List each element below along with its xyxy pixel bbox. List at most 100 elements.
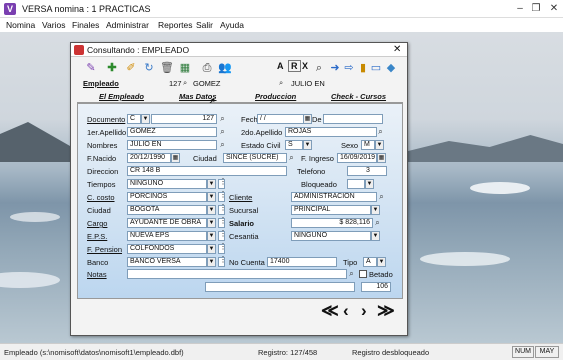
fnacido-calendar-icon[interactable]: ▦ <box>171 153 180 163</box>
eps-label[interactable]: E.P.S. <box>87 232 107 241</box>
print-icon[interactable]: ⎙ <box>199 60 215 76</box>
eps-field[interactable]: NUEVA EPS <box>127 231 207 241</box>
mode-r-button[interactable]: R <box>288 60 301 72</box>
cliente-field[interactable]: ADMINISTRACION <box>291 192 377 202</box>
ccosto-dropdown[interactable]: ▼ <box>207 192 216 202</box>
menu-salir[interactable]: Salir <box>196 20 213 30</box>
first-record-button[interactable]: ≪ <box>321 301 339 321</box>
tiempos-field[interactable]: NINGUNO <box>127 179 207 189</box>
mode-a-button[interactable]: A <box>277 61 284 71</box>
ciudad-field[interactable]: SINCE (SUCRE) <box>223 153 287 163</box>
sexo-field[interactable]: M <box>361 140 375 150</box>
fpension-dropdown[interactable]: ▼ <box>207 244 216 254</box>
cargo-label[interactable]: Cargo <box>87 219 107 228</box>
ccosto-label[interactable]: C. costo <box>87 193 115 202</box>
prev-record-button[interactable]: ‹ <box>343 301 349 321</box>
apellido1-search-icon[interactable]: ⌕ <box>218 127 227 137</box>
menu-reportes[interactable]: Reportes <box>158 20 193 30</box>
fpension-label[interactable]: F. Pension <box>87 245 122 254</box>
fecha-field[interactable]: / / <box>257 114 307 124</box>
tools-icon[interactable]: ✎ <box>83 60 99 76</box>
eps-dropdown[interactable]: ▼ <box>207 231 216 241</box>
salario-search-icon[interactable]: ⌕ <box>373 218 382 228</box>
spreadsheet-icon[interactable]: ▦ <box>177 60 193 76</box>
ccosto-more-button[interactable]: ⋮ <box>218 191 227 202</box>
apellido2-search-icon[interactable]: ⌕ <box>376 127 385 137</box>
estado-civil-dropdown[interactable]: ▼ <box>303 140 312 150</box>
refresh-icon[interactable]: ↻ <box>141 60 157 76</box>
estado-civil-field[interactable]: S <box>285 140 303 150</box>
find-icon[interactable]: ⌕ <box>311 60 327 76</box>
bloqueado-dropdown[interactable]: ▼ <box>365 179 374 189</box>
cargo-more-button[interactable]: ⋮ <box>218 217 227 228</box>
banco-more-button[interactable]: ⋮ <box>218 256 227 267</box>
ciudad2-field[interactable]: BOGOTA <box>127 205 207 215</box>
menu-administrar[interactable]: Administrar <box>106 20 149 30</box>
users-icon[interactable]: 👥 <box>217 60 233 76</box>
record-search2-icon[interactable]: ⌕ <box>279 78 283 88</box>
menu-nomina[interactable]: Nomina <box>6 20 35 30</box>
sucursal-dropdown[interactable]: ▼ <box>371 205 380 215</box>
restore-button[interactable]: ❐ <box>527 2 545 16</box>
cliente-search-icon[interactable]: ⌕ <box>377 192 386 202</box>
apellido1-field[interactable]: GOMEZ <box>127 127 217 137</box>
bloqueado-field[interactable] <box>347 179 365 189</box>
banco-dropdown[interactable]: ▼ <box>207 257 216 267</box>
tipo-dropdown[interactable]: ▼ <box>377 257 386 267</box>
nombres-search-icon[interactable]: ⌕ <box>218 140 227 150</box>
record-search-icon[interactable]: ⌕ <box>183 78 187 88</box>
direccion-field[interactable]: CR 148 B <box>127 166 287 176</box>
mode-x-button[interactable]: X <box>302 61 308 71</box>
sexo-dropdown[interactable]: ▼ <box>375 140 384 150</box>
fnacido-field[interactable]: 20/12/1990 <box>127 153 171 163</box>
ccosto-field[interactable]: PORCINOS <box>127 192 207 202</box>
cesantia-dropdown[interactable]: ▼ <box>371 231 380 241</box>
cube-icon[interactable]: ◆ <box>383 60 399 76</box>
sucursal-field[interactable]: PRINCIPAL <box>291 205 371 215</box>
tab-el-empleado[interactable]: El Empleado <box>99 92 144 101</box>
betado-checkbox[interactable] <box>359 270 367 278</box>
close-button[interactable]: ✕ <box>545 2 563 16</box>
documento-type-dropdown[interactable]: ▼ <box>141 114 150 124</box>
cargo-field[interactable]: AYUDANTE DE OBRA <box>127 218 207 228</box>
cliente-label[interactable]: Cliente <box>229 193 252 202</box>
add-icon[interactable]: ✚ <box>104 60 120 76</box>
tab-check-cursos[interactable]: Check - Cursos <box>331 92 386 101</box>
menu-finales[interactable]: Finales <box>72 20 99 30</box>
footer-field[interactable] <box>205 282 355 292</box>
nombres-field[interactable]: JULIO EN <box>127 140 217 150</box>
ciudad2-more-button[interactable]: ⋮ <box>218 204 227 215</box>
telefono-field[interactable]: 3 <box>347 166 387 176</box>
cargo-dropdown[interactable]: ▼ <box>207 218 216 228</box>
last-record-button[interactable]: ≫ <box>377 301 395 321</box>
notas-field[interactable] <box>127 269 347 279</box>
ciudad-search-icon[interactable]: ⌕ <box>287 153 296 163</box>
de-field[interactable] <box>323 114 383 124</box>
dialog-close-button[interactable]: ✕ <box>393 44 401 55</box>
nocuenta-field[interactable]: 17400 <box>267 257 337 267</box>
tiempos-dropdown[interactable]: ▼ <box>207 179 216 189</box>
cesantia-field[interactable]: NINGUNO <box>291 231 371 241</box>
documento-field[interactable]: 127 <box>151 114 217 124</box>
fingreso-field[interactable]: 16/09/2019 <box>337 153 377 163</box>
eps-more-button[interactable]: ⋮ <box>218 230 227 241</box>
salario-field[interactable]: $ 828,116 <box>291 218 373 228</box>
folder-icon[interactable]: ▭ <box>368 60 384 76</box>
documento-search-icon[interactable]: ⌕ <box>218 114 227 124</box>
tab-produccion[interactable]: Produccion <box>255 92 296 101</box>
delete-icon[interactable]: 🗑 <box>159 60 175 76</box>
ciudad2-dropdown[interactable]: ▼ <box>207 205 216 215</box>
notas-search-icon[interactable]: ⌕ <box>347 269 356 279</box>
notas-label[interactable]: Notas <box>87 270 107 279</box>
fingreso-calendar-icon[interactable]: ▦ <box>377 153 386 163</box>
tipo-field[interactable]: A <box>363 257 377 267</box>
menu-varios[interactable]: Varios <box>42 20 65 30</box>
edit-pencil-icon[interactable]: ✐ <box>123 60 139 76</box>
fecha-calendar-icon[interactable]: ▦ <box>303 114 312 124</box>
menu-ayuda[interactable]: Ayuda <box>220 20 244 30</box>
tiempos-more-button[interactable]: ⋮ <box>218 178 227 189</box>
fpension-field[interactable]: COLFONDOS <box>127 244 207 254</box>
documento-type-field[interactable]: C <box>127 114 141 124</box>
next-record-button[interactable]: › <box>361 301 367 321</box>
fpension-more-button[interactable]: ⋮ <box>218 243 227 254</box>
